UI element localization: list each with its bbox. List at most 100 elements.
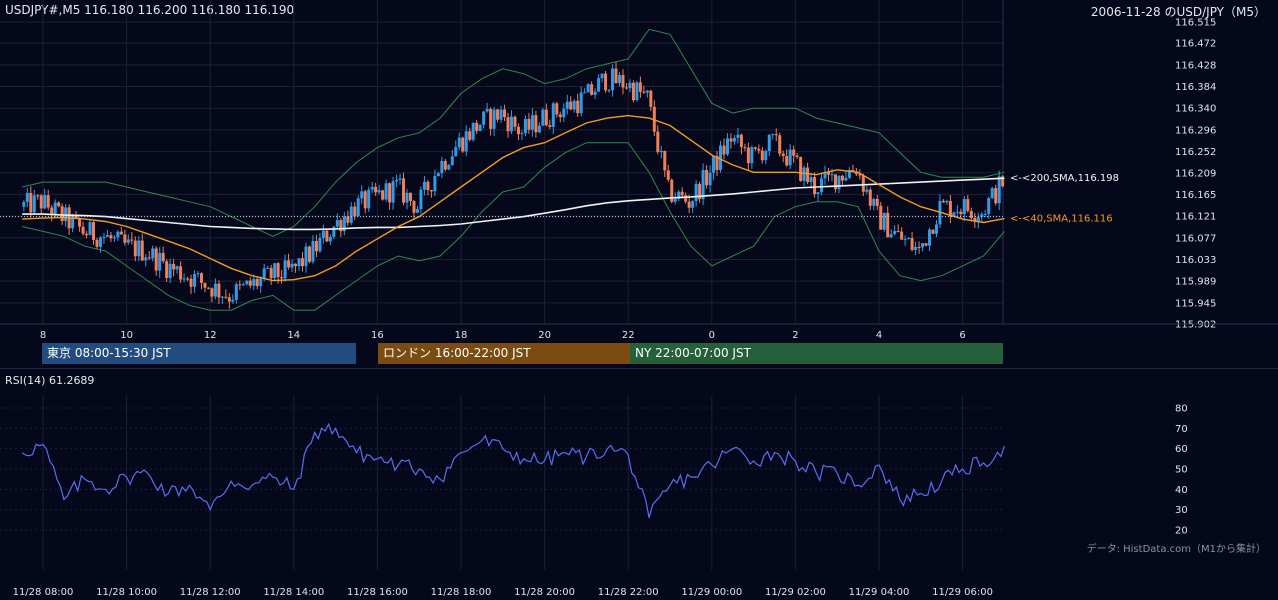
- candle-body: [642, 91, 646, 93]
- candle-body: [168, 263, 172, 279]
- candle-body: [499, 109, 503, 120]
- candle-body: [597, 78, 601, 92]
- candle-body: [112, 237, 116, 239]
- x-tick-label: 4: [876, 330, 882, 340]
- candle-body: [398, 178, 402, 180]
- candle-body: [133, 240, 137, 257]
- candle-body: [388, 183, 392, 203]
- candle-body: [503, 109, 507, 118]
- candle-body: [485, 108, 489, 112]
- candle-body: [179, 266, 183, 280]
- candle-body: [457, 137, 461, 148]
- candle-body: [983, 213, 987, 215]
- london-session-bar: ロンドン 16:00-22:00 JST: [378, 343, 630, 364]
- candle-body: [443, 160, 447, 170]
- candle-body: [436, 173, 440, 177]
- candle-body: [360, 191, 364, 199]
- rsi-chart[interactable]: 80 70 60 50 40 30 20 11/28 08:00 11/28 10:00 11/2…: [0, 395, 1278, 600]
- candle-body: [914, 246, 918, 251]
- candle-body: [799, 157, 803, 181]
- candle-body: [621, 75, 625, 88]
- candle-body: [238, 284, 242, 286]
- candle-body: [227, 297, 231, 302]
- candle-body: [346, 216, 350, 223]
- candle-body: [405, 192, 409, 203]
- candle-body: [569, 101, 573, 110]
- rsi-y-tick-label: 80: [1175, 404, 1188, 415]
- candle-body: [161, 252, 165, 262]
- candle-body: [154, 248, 158, 271]
- candle-body: [213, 283, 217, 297]
- candle-body: [994, 188, 998, 204]
- sma200-line: [22, 177, 1005, 231]
- candle-body: [29, 192, 33, 213]
- ny-session-bar: NY 22:00-07:00 JST: [630, 343, 1003, 364]
- rsi-x-tick-label: 11/28 16:00: [347, 587, 408, 598]
- x-tick-label: 18: [455, 330, 468, 340]
- candle-body: [861, 175, 865, 192]
- rsi-y-tick-label: 20: [1175, 526, 1188, 537]
- candle-body: [510, 116, 514, 132]
- candle-body: [294, 263, 298, 267]
- candle-body: [753, 147, 757, 149]
- candle-body: [165, 261, 169, 279]
- price-chart[interactable]: 8 10 12 14 16 18 20 22 0 2 4 6 116.515 116.472 116.428…: [0, 0, 1278, 340]
- candle-body: [43, 195, 47, 209]
- candle-body: [865, 189, 869, 192]
- candle-body: [590, 84, 594, 95]
- candle-body: [760, 150, 764, 161]
- candle-body: [875, 198, 879, 206]
- x-tick-label: 10: [120, 330, 133, 340]
- y-tick-label: 116.209: [1175, 168, 1216, 179]
- candle-body: [928, 229, 932, 246]
- candle-body: [872, 198, 876, 206]
- candle-body: [248, 280, 252, 286]
- candle-body: [820, 178, 824, 193]
- candle-body: [941, 200, 945, 203]
- candle-body: [36, 195, 40, 197]
- candle-body: [381, 190, 385, 200]
- candle-body: [231, 299, 235, 302]
- candle-body: [461, 137, 465, 152]
- candle-body: [558, 114, 562, 118]
- y-tick-label: 116.296: [1175, 125, 1216, 136]
- candle-body: [896, 230, 900, 232]
- candle-body: [537, 125, 541, 133]
- candle-body: [917, 246, 921, 248]
- x-tick-label: 14: [287, 330, 300, 340]
- y-tick-label: 116.165: [1175, 190, 1216, 201]
- candle-body: [447, 165, 451, 170]
- rsi-line: [21, 422, 1005, 518]
- candle-body: [844, 177, 848, 181]
- candle-body: [955, 211, 959, 213]
- candle-body: [259, 278, 263, 287]
- candle-body: [269, 267, 273, 279]
- candle-body: [802, 167, 806, 181]
- candle-body: [158, 252, 162, 271]
- sma200-label: <-<200,SMA,116.198: [1010, 173, 1119, 184]
- rsi-x-tick-label: 11/28 10:00: [96, 587, 157, 598]
- candle-body: [910, 238, 914, 251]
- candle-body: [123, 234, 127, 243]
- y-tick-label: 115.945: [1175, 298, 1216, 309]
- candle-body: [297, 258, 301, 267]
- candle-body: [349, 206, 353, 223]
- candle-body: [945, 200, 949, 203]
- candle-body: [328, 236, 332, 242]
- candle-body: [105, 235, 109, 237]
- candle-body: [374, 186, 378, 193]
- candle-body: [252, 279, 256, 286]
- candle-body: [119, 231, 123, 235]
- y-tick-label: 116.077: [1175, 233, 1216, 244]
- candle-body: [98, 237, 102, 247]
- candle-body: [193, 274, 197, 287]
- candle-body: [408, 192, 412, 202]
- candle-body: [607, 90, 611, 92]
- candle-body: [130, 239, 134, 241]
- x-tick-label: 2: [792, 330, 798, 340]
- candle-body: [551, 103, 555, 127]
- candle-body: [565, 101, 569, 109]
- candle-body: [701, 170, 705, 200]
- candle-body: [172, 263, 176, 270]
- candle-body: [555, 103, 559, 115]
